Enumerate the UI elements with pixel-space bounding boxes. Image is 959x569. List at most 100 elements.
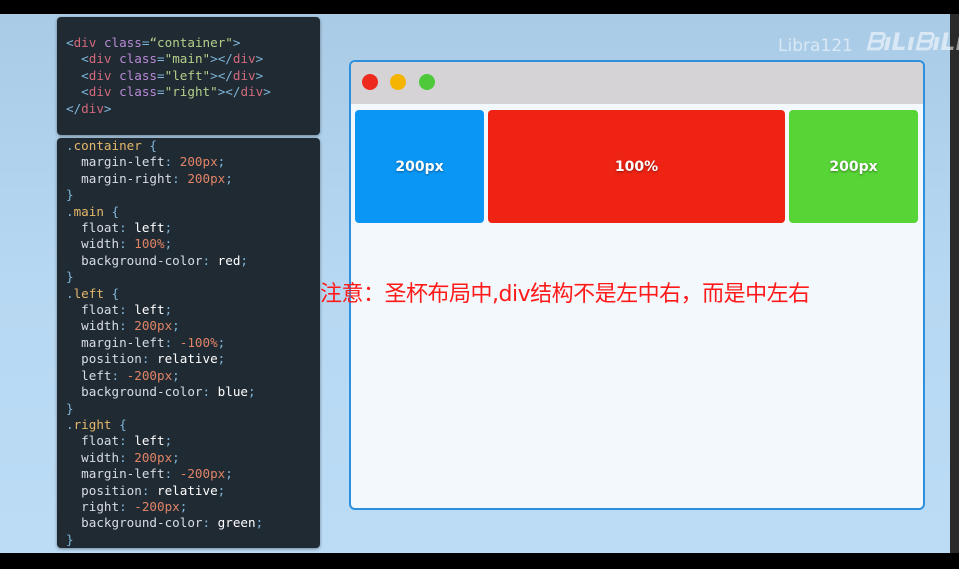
code-token-str: "left" bbox=[164, 67, 211, 83]
code-token-tag: </ bbox=[66, 100, 82, 116]
code-token-prop: margin-left bbox=[66, 466, 165, 482]
code-line: width: 100%; bbox=[66, 236, 263, 252]
code-token-punc: { bbox=[103, 285, 120, 301]
code-token-prop: margin-right bbox=[66, 170, 173, 186]
code-token-punc: : bbox=[202, 252, 218, 268]
code-token-name: div bbox=[240, 84, 264, 100]
code-line: } bbox=[66, 269, 263, 285]
code-token-punc: ; bbox=[172, 367, 180, 383]
code-token-tag: < bbox=[66, 84, 89, 100]
code-token-punc: . bbox=[66, 285, 74, 301]
code-token-num: 200px bbox=[187, 170, 226, 186]
code-token-num: -200px bbox=[126, 367, 173, 383]
code-token-tag: ></ bbox=[217, 84, 241, 100]
code-token-punc: } bbox=[66, 531, 74, 547]
code-token-tag: < bbox=[66, 35, 74, 50]
code-token-val: green bbox=[217, 515, 256, 531]
browser-titlebar bbox=[351, 62, 923, 104]
code-line: } bbox=[66, 532, 263, 548]
code-token-punc: : bbox=[164, 334, 180, 350]
code-line: .main { bbox=[66, 204, 263, 220]
code-token-punc: ; bbox=[179, 498, 188, 514]
code-token-punc: : bbox=[164, 466, 180, 482]
code-token-punc: : bbox=[141, 482, 157, 498]
code-token-punc: } bbox=[66, 400, 74, 416]
right-edge bbox=[950, 14, 959, 553]
code-token-tag: > bbox=[103, 100, 112, 116]
code-token-punc: { bbox=[111, 416, 127, 432]
code-token-name: div bbox=[88, 67, 120, 83]
bilibili-logo: ᗷıᒪıᗷıᒪı bbox=[866, 28, 959, 56]
code-token-punc: : bbox=[119, 302, 135, 318]
code-token-val: red bbox=[217, 252, 241, 268]
code-line: <div class="left"></div> bbox=[66, 68, 271, 84]
code-token-prop: left bbox=[66, 367, 112, 383]
code-token-punc: ; bbox=[217, 482, 226, 498]
code-line: .right { bbox=[66, 417, 263, 433]
code-token-punc: : bbox=[119, 498, 135, 514]
code-token-tag: > bbox=[232, 35, 241, 50]
code-line: float: left; bbox=[66, 433, 263, 449]
css-code-panel: .container { margin-left: 200px; margin-… bbox=[57, 138, 320, 548]
code-token-attr: class bbox=[103, 35, 142, 50]
code-token-prop: margin-left bbox=[66, 334, 165, 350]
code-token-tag: = bbox=[157, 67, 165, 83]
code-token-punc: ; bbox=[248, 384, 256, 400]
close-dot-icon[interactable] bbox=[362, 74, 378, 90]
code-line: background-color: blue; bbox=[66, 384, 263, 400]
code-token-punc: } bbox=[66, 269, 74, 285]
code-token-attr: class bbox=[119, 67, 158, 83]
code-token-prop: width bbox=[66, 236, 120, 252]
code-token-sel: container bbox=[73, 138, 142, 153]
code-line: float: left; bbox=[66, 220, 263, 236]
code-token-sel: right bbox=[73, 416, 112, 432]
code-token-punc: ; bbox=[217, 154, 226, 170]
code-token-val: relative bbox=[157, 351, 218, 367]
code-token-punc: . bbox=[66, 138, 74, 153]
code-line: left: -200px; bbox=[66, 368, 263, 384]
code-token-val: left bbox=[134, 302, 165, 318]
code-token-punc: ; bbox=[225, 466, 233, 482]
code-token-num: 100% bbox=[134, 236, 165, 252]
code-token-punc: . bbox=[66, 416, 74, 432]
code-token-prop: float bbox=[66, 302, 120, 318]
code-token-punc: : bbox=[119, 220, 135, 236]
code-token-punc: : bbox=[119, 449, 135, 465]
code-token-name: div bbox=[232, 67, 256, 83]
code-token-punc: : bbox=[202, 384, 218, 400]
code-line: margin-left: 200px; bbox=[66, 154, 263, 170]
code-token-val: relative bbox=[157, 482, 218, 498]
code-token-punc: } bbox=[66, 187, 74, 203]
code-token-punc: : bbox=[202, 515, 218, 531]
code-token-sel: left bbox=[73, 285, 104, 301]
code-token-tag: < bbox=[66, 67, 89, 83]
code-token-punc: : bbox=[119, 433, 135, 449]
code-token-num: -200px bbox=[179, 466, 226, 482]
code-token-punc: { bbox=[103, 203, 120, 219]
code-token-str: "main" bbox=[164, 51, 211, 67]
html-code: <div class=“container"> <div class="main… bbox=[66, 35, 271, 117]
code-token-punc: { bbox=[141, 138, 158, 153]
code-token-tag: > bbox=[255, 51, 264, 67]
code-line: <div class="right"></div> bbox=[66, 84, 271, 100]
code-token-val: blue bbox=[217, 384, 248, 400]
code-token-punc: ; bbox=[172, 449, 180, 465]
code-token-punc: ; bbox=[217, 351, 226, 367]
code-line: position: relative; bbox=[66, 483, 263, 499]
maximize-dot-icon[interactable] bbox=[419, 74, 435, 90]
code-line: } bbox=[66, 187, 263, 203]
code-line: .left { bbox=[66, 286, 263, 302]
code-token-str: “container" bbox=[149, 35, 233, 50]
code-token-prop: position bbox=[66, 482, 142, 498]
code-token-prop: float bbox=[66, 220, 120, 236]
code-token-num: 200px bbox=[179, 154, 218, 170]
code-line: margin-left: -100%; bbox=[66, 335, 263, 351]
code-token-punc: : bbox=[164, 154, 180, 170]
code-token-punc: ; bbox=[172, 318, 180, 334]
code-token-punc: ; bbox=[164, 302, 173, 318]
code-token-punc: : bbox=[111, 367, 127, 383]
code-token-tag: > bbox=[263, 84, 271, 100]
code-token-prop: background-color bbox=[66, 384, 203, 400]
code-token-prop: width bbox=[66, 318, 120, 334]
minimize-dot-icon[interactable] bbox=[390, 74, 406, 90]
